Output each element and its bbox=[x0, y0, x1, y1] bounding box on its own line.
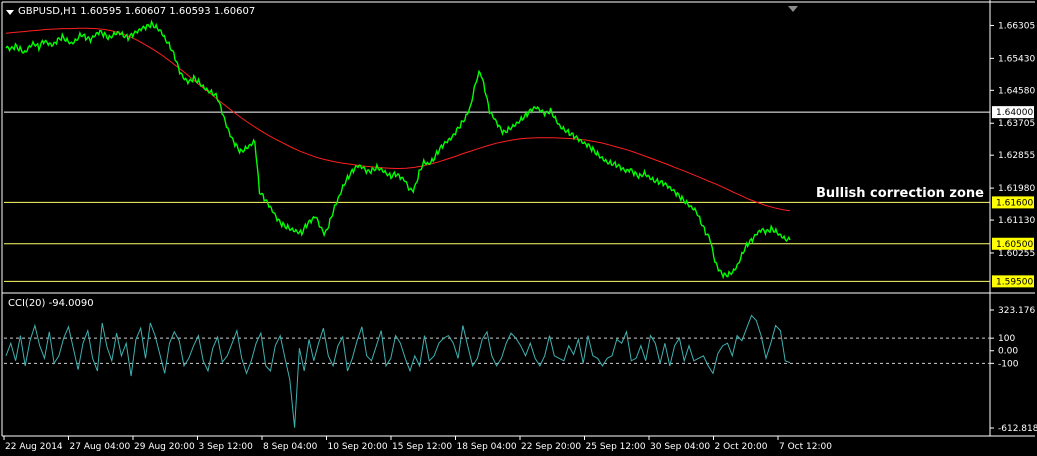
price-tick-label: 1.62855 bbox=[998, 151, 1035, 161]
level-badge-label: 1.60500 bbox=[996, 240, 1033, 250]
time-tick-label: 15 Sep 12:00 bbox=[392, 442, 452, 452]
price-level-badges: 1.64000 1.61600 1.60500 1.59500 bbox=[992, 106, 1034, 288]
time-tick-label: 29 Aug 20:00 bbox=[134, 442, 195, 452]
time-tick-label: 30 Sep 04:00 bbox=[650, 442, 710, 452]
time-tick-label: 25 Sep 12:00 bbox=[586, 442, 646, 452]
time-tick-label: 27 Aug 04:00 bbox=[70, 442, 131, 452]
chart-canvas: 1.66305 1.65430 1.64580 1.63705 1.62855 1.619… bbox=[1, 0, 1037, 452]
cci-tick-label: -100 bbox=[998, 359, 1019, 369]
price-tick-label: 1.63705 bbox=[998, 119, 1035, 129]
shift-marker-icon[interactable] bbox=[788, 6, 798, 12]
cci-tick-label: 323.176 bbox=[998, 306, 1035, 316]
cci-line bbox=[5, 314, 791, 428]
cci-tick-label: 0.00 bbox=[998, 347, 1018, 357]
moving-average-line bbox=[5, 27, 791, 212]
price-tick-label: 1.61980 bbox=[998, 184, 1035, 194]
chart-window: { "header": { "symbol_text": "GBPUSD,H1 … bbox=[0, 0, 1037, 456]
time-tick-label: 7 Oct 12:00 bbox=[779, 442, 832, 452]
symbol-header: GBPUSD,H1 1.60595 1.60607 1.60593 1.6060… bbox=[18, 6, 256, 17]
cci-axis-ticks: 323.176 100 0.00 -100 -612.8183 bbox=[990, 306, 1037, 434]
time-tick-label: 8 Sep 04:00 bbox=[263, 442, 318, 452]
level-badge-label: 1.61600 bbox=[996, 198, 1033, 208]
price-tick-label: 1.61130 bbox=[998, 216, 1035, 226]
time-tick-label: 10 Sep 20:00 bbox=[328, 442, 388, 452]
cci-level-lines bbox=[4, 337, 990, 364]
time-tick-label: 22 Sep 20:00 bbox=[521, 442, 581, 452]
correction-zone-annotation: Bullish correction zone bbox=[816, 186, 984, 201]
price-axis-ticks: 1.66305 1.65430 1.64580 1.63705 1.62855 1.619… bbox=[990, 21, 1035, 259]
price-tick-label: 1.60255 bbox=[998, 249, 1035, 259]
time-tick-label: 3 Sep 12:00 bbox=[199, 442, 254, 452]
time-axis-ticks: 22 Aug 2014 27 Aug 04:00 29 Aug 20:00 3 Sep… bbox=[3, 436, 832, 452]
dropdown-arrow-icon[interactable] bbox=[6, 10, 14, 15]
price-tick-label: 1.64580 bbox=[998, 86, 1035, 96]
time-tick-label: 2 Oct 20:00 bbox=[715, 442, 768, 452]
time-tick-label: 22 Aug 2014 bbox=[5, 442, 63, 452]
price-tick-label: 1.66305 bbox=[998, 21, 1035, 31]
cci-tick-label: 100 bbox=[998, 334, 1015, 344]
price-series bbox=[5, 19, 791, 280]
time-tick-label: 18 Sep 04:00 bbox=[457, 442, 517, 452]
cci-series bbox=[5, 314, 791, 428]
moving-average bbox=[5, 27, 791, 212]
level-badge-label: 1.64000 bbox=[996, 108, 1033, 118]
level-badge-label: 1.59500 bbox=[996, 277, 1033, 287]
price-tick-label: 1.65430 bbox=[998, 54, 1035, 64]
cci-indicator-label: CCI(20) -94.0090 bbox=[8, 298, 94, 309]
price-line bbox=[5, 19, 791, 280]
cci-tick-label: -612.8183 bbox=[998, 424, 1037, 434]
